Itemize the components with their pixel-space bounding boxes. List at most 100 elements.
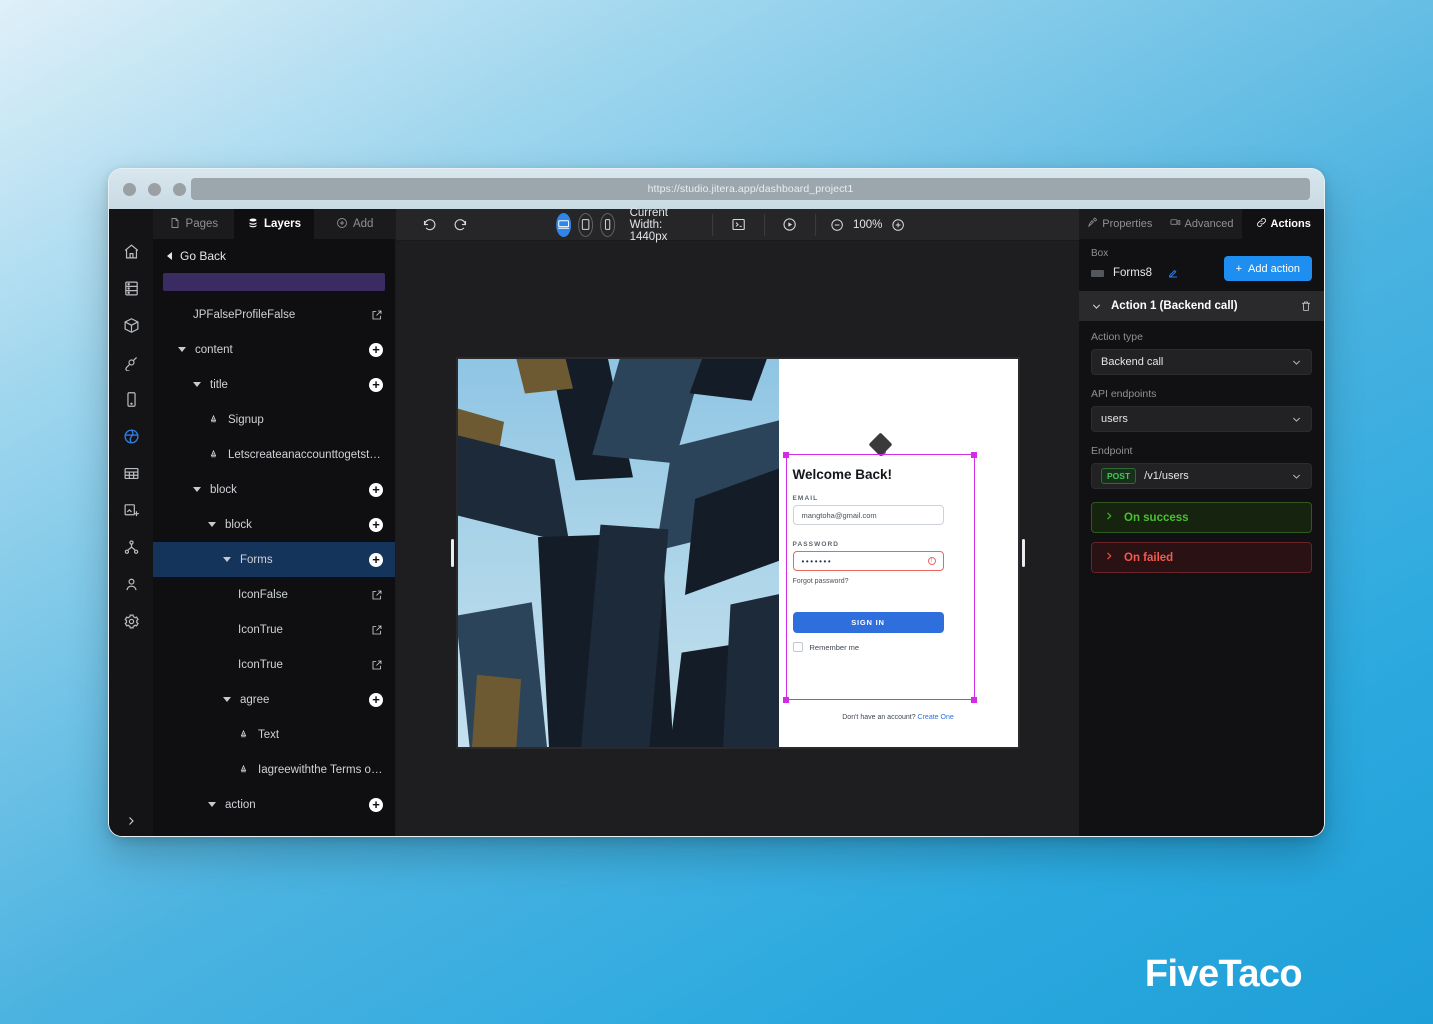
plug-icon[interactable] (116, 344, 146, 380)
tab-properties-label: Properties (1102, 218, 1153, 230)
home-icon[interactable] (116, 233, 146, 269)
layer-row[interactable]: Iagreewiththe Terms of servic... (153, 752, 395, 787)
endpoint-select[interactable]: POST /v1/users (1091, 463, 1312, 489)
caret-down-icon[interactable] (193, 382, 201, 387)
redo-icon[interactable] (453, 217, 468, 232)
image-add-icon[interactable] (116, 492, 146, 528)
undo-icon[interactable] (422, 217, 437, 232)
play-icon[interactable] (764, 217, 815, 232)
layer-row[interactable]: Forms + (153, 542, 395, 577)
edit-layer-button[interactable] (371, 589, 383, 601)
gear-icon[interactable] (116, 603, 146, 639)
trash-icon[interactable] (1300, 300, 1312, 312)
add-child-button[interactable]: + (369, 797, 383, 812)
layer-row[interactable]: IconTrue (153, 647, 395, 682)
maximize-button[interactable] (173, 182, 186, 196)
layer-row[interactable]: IconFalse (153, 577, 395, 612)
add-child-button[interactable]: + (369, 342, 383, 357)
database-icon[interactable] (116, 270, 146, 306)
add-child-button[interactable]: + (369, 482, 383, 497)
create-one-link[interactable]: Create One (918, 714, 954, 721)
remember-me-checkbox[interactable] (792, 642, 803, 652)
on-success-branch[interactable]: On success (1091, 502, 1312, 533)
layer-row-partial[interactable] (163, 273, 385, 291)
on-failed-branch[interactable]: On failed (1091, 542, 1312, 573)
caret-down-icon[interactable] (193, 487, 201, 492)
add-child-button[interactable]: + (369, 692, 383, 707)
layer-row[interactable]: block + (153, 507, 395, 542)
edit-layer-button[interactable] (371, 659, 383, 671)
selection-handle-tl[interactable] (783, 451, 789, 458)
email-field[interactable]: mangtoha@gmail.com (792, 505, 944, 525)
caret-down-icon[interactable] (208, 522, 216, 527)
action-type-select[interactable]: Backend call (1091, 349, 1312, 375)
add-child-button[interactable]: + (369, 552, 383, 567)
expand-rail-icon[interactable] (109, 810, 153, 832)
plus-circle-icon-zoom[interactable] (891, 218, 905, 232)
go-back-button[interactable]: Go Back (153, 239, 395, 273)
canvas-toolbar: Current Width: 1440px 100% (396, 207, 1079, 243)
edit-layer-button[interactable] (371, 309, 383, 321)
selection-handle-tr[interactable] (971, 451, 977, 458)
caret-down-icon[interactable] (223, 557, 231, 562)
layer-row-label: Iagreewiththe Terms of servic... (258, 763, 383, 776)
tab-properties[interactable]: Properties (1079, 209, 1161, 239)
tablet-icon[interactable] (577, 212, 593, 237)
sitemap-icon[interactable] (116, 529, 146, 565)
pencil-icon[interactable] (1167, 267, 1179, 279)
api-endpoints-select[interactable]: users (1091, 406, 1312, 432)
rotate-handle-icon[interactable] (867, 432, 893, 457)
layer-row-label: block (225, 518, 252, 531)
add-action-button[interactable]: + Add action (1223, 256, 1312, 281)
phone-icon[interactable] (599, 212, 615, 237)
cube-icon[interactable] (116, 307, 146, 343)
layer-row[interactable]: title + (153, 367, 395, 402)
code-icon[interactable] (713, 217, 764, 232)
layer-tree[interactable]: JPFalseProfileFalse content + title + Signup L… (153, 273, 395, 836)
desktop-icon[interactable] (555, 212, 571, 237)
caret-down-icon[interactable] (178, 347, 186, 352)
action-header[interactable]: Action 1 (Backend call) (1079, 291, 1324, 321)
layer-row[interactable]: block + (153, 472, 395, 507)
no-account-row: Don't have an account? Create One (779, 714, 1018, 721)
layer-row[interactable]: IconTrue (153, 612, 395, 647)
layer-row[interactable]: agree + (153, 682, 395, 717)
table-icon[interactable] (116, 455, 146, 491)
chevron-down-icon[interactable] (1091, 301, 1102, 312)
tab-actions[interactable]: Actions (1242, 209, 1324, 239)
forgot-password-link[interactable]: Forgot password? (793, 578, 849, 585)
add-child-button[interactable]: + (369, 377, 383, 392)
minus-circle-icon[interactable] (830, 218, 844, 232)
layer-row[interactable]: Signup (153, 402, 395, 437)
edit-layer-button[interactable] (371, 624, 383, 636)
chevron-down-icon-action-type (1291, 357, 1302, 368)
password-field[interactable]: ••••••• ! (792, 551, 944, 571)
selection-handle-bl[interactable] (783, 696, 789, 703)
canvas-area[interactable]: Welcome Back! EMAIL mangtoha@gmail.com P… (396, 241, 1079, 836)
tab-pages[interactable]: Pages (153, 209, 234, 239)
resize-handle-left[interactable] (450, 539, 454, 567)
layer-row-label: JPFalseProfileFalse (193, 308, 296, 321)
mobile-icon[interactable] (116, 381, 146, 417)
minimize-button[interactable] (148, 182, 161, 196)
layer-row[interactable]: Text (153, 717, 395, 752)
resize-handle-right[interactable] (1021, 539, 1025, 567)
add-child-button[interactable]: + (369, 517, 383, 532)
layer-row[interactable]: Letscreateanaccounttogetstarted (153, 437, 395, 472)
selection-handle-br[interactable] (971, 696, 977, 703)
user-icon[interactable] (116, 566, 146, 602)
tab-layers[interactable]: Layers (233, 209, 315, 239)
caret-down-icon[interactable] (208, 802, 216, 807)
close-button[interactable] (123, 182, 136, 196)
tab-advanced[interactable]: Advanced (1161, 209, 1243, 239)
url-bar[interactable]: https://studio.jitera.app/dashboard_proj… (191, 178, 1310, 200)
globe-icon[interactable] (116, 418, 146, 454)
remember-me-row[interactable]: Remember me (792, 642, 859, 652)
layer-row[interactable]: action + (153, 787, 395, 822)
tab-add[interactable]: Add (314, 209, 395, 239)
layer-row[interactable]: JPFalseProfileFalse (153, 297, 395, 332)
layer-row[interactable]: content + (153, 332, 395, 367)
app-root: Pages Layers Add Go Back JPFalseProfileF… (109, 207, 1324, 836)
sign-in-button[interactable]: SIGN IN (792, 612, 944, 633)
caret-down-icon[interactable] (223, 697, 231, 702)
